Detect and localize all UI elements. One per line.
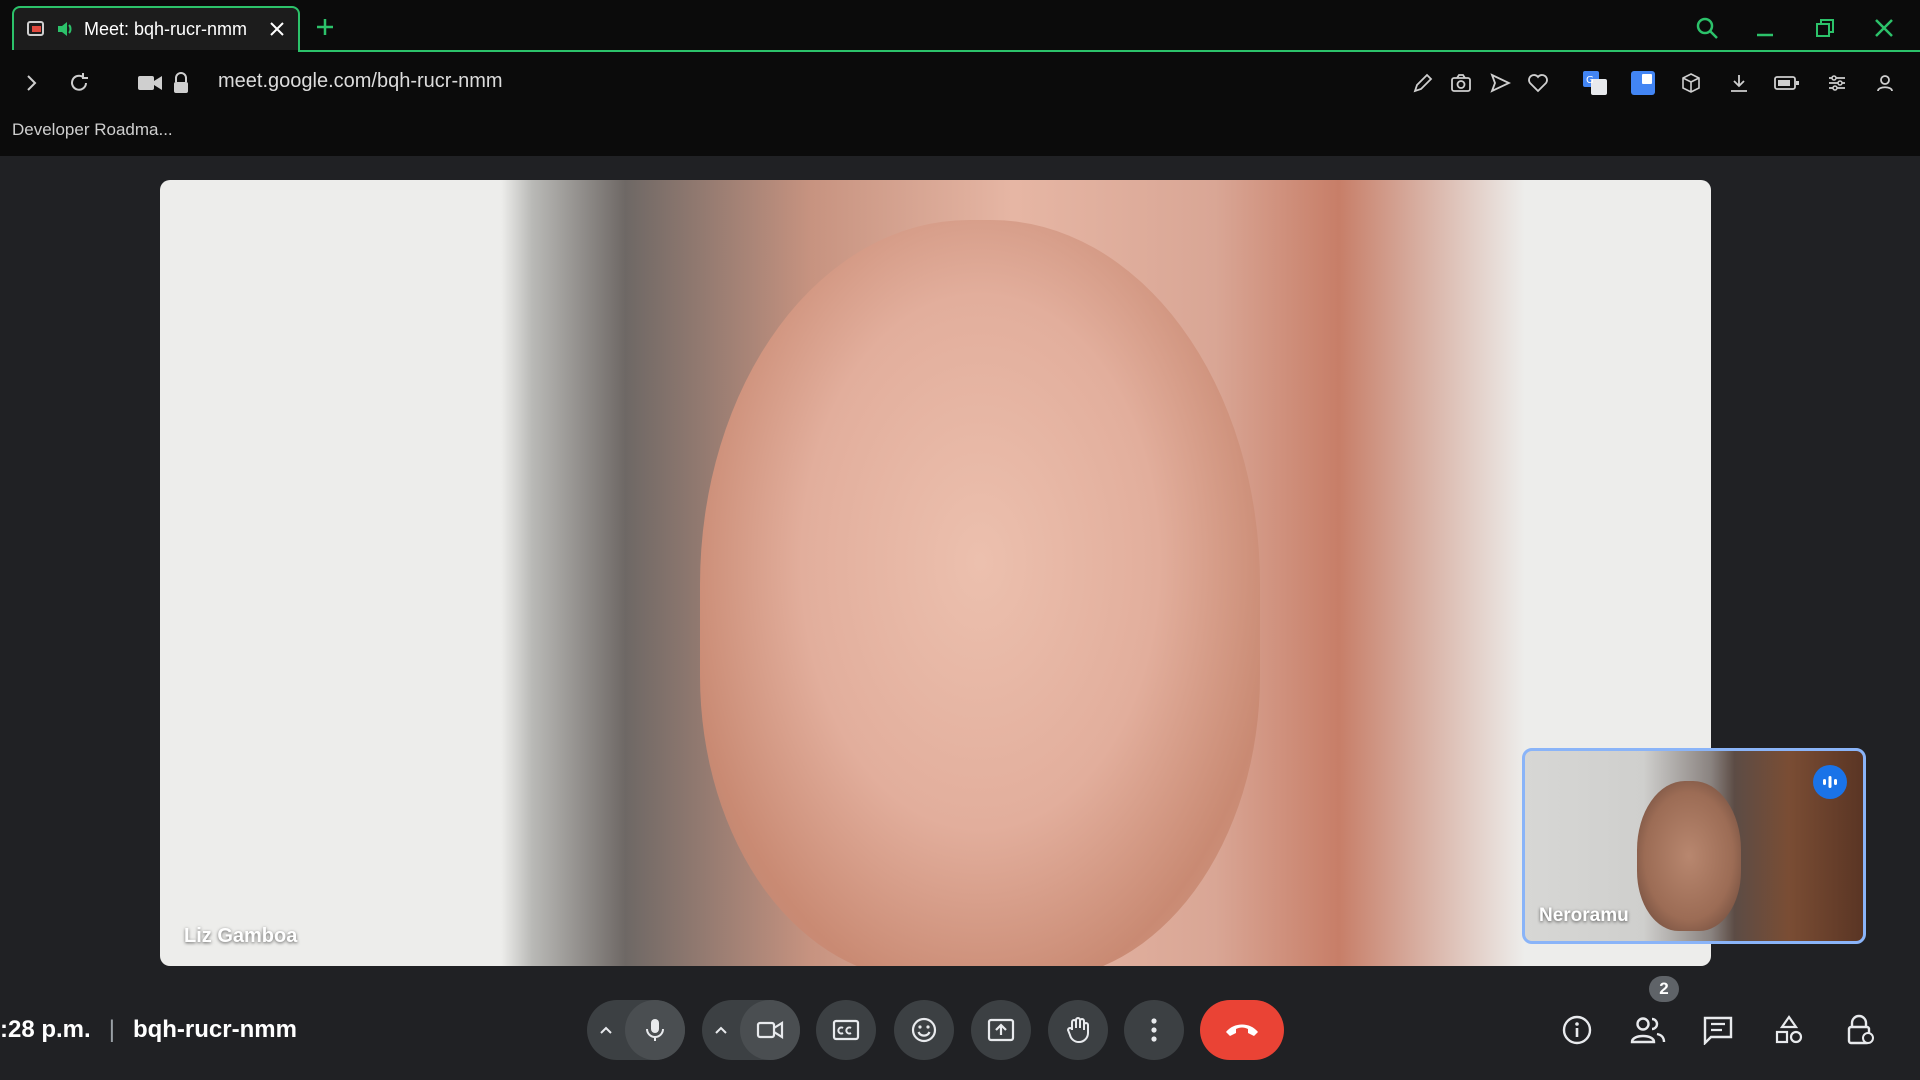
activities-icon[interactable]: [1763, 1004, 1815, 1056]
restore-window-icon[interactable]: [1808, 12, 1842, 44]
tab-close-icon[interactable]: [266, 18, 288, 40]
download-icon[interactable]: [1724, 68, 1754, 98]
new-tab-plus-icon[interactable]: [312, 14, 338, 40]
screenshot-camera-icon[interactable]: [1446, 68, 1476, 98]
reload-icon[interactable]: [64, 68, 94, 98]
tab-title: Meet: bqh-rucr-nmm: [84, 18, 248, 39]
self-participant-name: Neroramu: [1539, 905, 1629, 926]
speaking-indicator-icon: [1813, 765, 1847, 799]
audio-options-chevron-up-icon[interactable]: [587, 1000, 625, 1060]
camera-button[interactable]: [740, 1000, 800, 1060]
current-time: :28 p.m.: [0, 1016, 91, 1043]
forward-icon[interactable]: [16, 68, 46, 98]
heart-bookmark-icon[interactable]: [1523, 68, 1553, 98]
leave-call-button[interactable]: [1200, 1000, 1284, 1060]
minimize-window-icon[interactable]: [1748, 12, 1782, 44]
self-view-tile[interactable]: Neroramu: [1522, 748, 1866, 944]
extensions-cube-icon[interactable]: [1676, 68, 1706, 98]
more-options-button[interactable]: [1124, 1000, 1184, 1060]
camera-in-use-icon[interactable]: [135, 68, 165, 98]
svg-text:G: G: [1586, 75, 1594, 86]
browser-titlebar: Meet: bqh-rucr-nmm: [0, 0, 1920, 54]
separator: |: [108, 1016, 115, 1043]
present-screen-button[interactable]: [971, 1000, 1031, 1060]
participant-video-feed: [700, 220, 1260, 966]
battery-icon[interactable]: [1772, 68, 1802, 98]
emoji-reactions-button[interactable]: [894, 1000, 954, 1060]
browser-tab-meet[interactable]: Meet: bqh-rucr-nmm: [12, 6, 300, 50]
meet-favicon-icon: [24, 16, 50, 42]
self-video-feed: [1637, 781, 1741, 931]
tab-strip-divider: [298, 50, 1920, 52]
send-icon[interactable]: [1485, 68, 1515, 98]
translate-page-icon[interactable]: [1628, 68, 1658, 98]
bookmarks-bar: Developer Roadma...: [0, 110, 1920, 156]
lock-icon[interactable]: [166, 68, 196, 98]
people-icon[interactable]: [1622, 1004, 1674, 1056]
meeting-details-info-icon[interactable]: [1551, 1004, 1603, 1056]
main-participant-name: Liz Gamboa: [184, 925, 298, 947]
chat-icon[interactable]: [1692, 1004, 1744, 1056]
profile-icon[interactable]: [1870, 68, 1900, 98]
meet-stage: Liz Gamboa Neroramu: [0, 156, 1920, 1080]
search-tabs-icon[interactable]: [1690, 12, 1724, 44]
raise-hand-button[interactable]: [1048, 1000, 1108, 1060]
edit-share-icon[interactable]: [1408, 68, 1438, 98]
close-window-icon[interactable]: [1867, 12, 1901, 44]
bookmark-developer-roadmap[interactable]: Developer Roadma...: [12, 120, 173, 140]
url-text[interactable]: meet.google.com/bqh-rucr-nmm: [218, 70, 503, 93]
microphone-button[interactable]: [625, 1000, 685, 1060]
main-participant-video[interactable]: Liz Gamboa: [160, 180, 1711, 966]
participant-count-badge: 2: [1649, 976, 1679, 1002]
speaker-audio-icon[interactable]: [54, 18, 76, 40]
microphone-control-group: [587, 1000, 685, 1060]
browser-addressbar: meet.google.com/bqh-rucr-nmm G: [0, 54, 1920, 110]
captions-button[interactable]: [816, 1000, 876, 1060]
translate-extension-icon[interactable]: G: [1580, 68, 1610, 98]
host-controls-lock-icon[interactable]: [1834, 1004, 1886, 1056]
meeting-code: bqh-rucr-nmm: [132, 1016, 297, 1043]
camera-control-group: [702, 1000, 800, 1060]
video-options-chevron-up-icon[interactable]: [702, 1000, 740, 1060]
meeting-info: :28 p.m. | bqh-rucr-nmm: [0, 1010, 297, 1050]
easy-setup-icon[interactable]: [1822, 68, 1852, 98]
